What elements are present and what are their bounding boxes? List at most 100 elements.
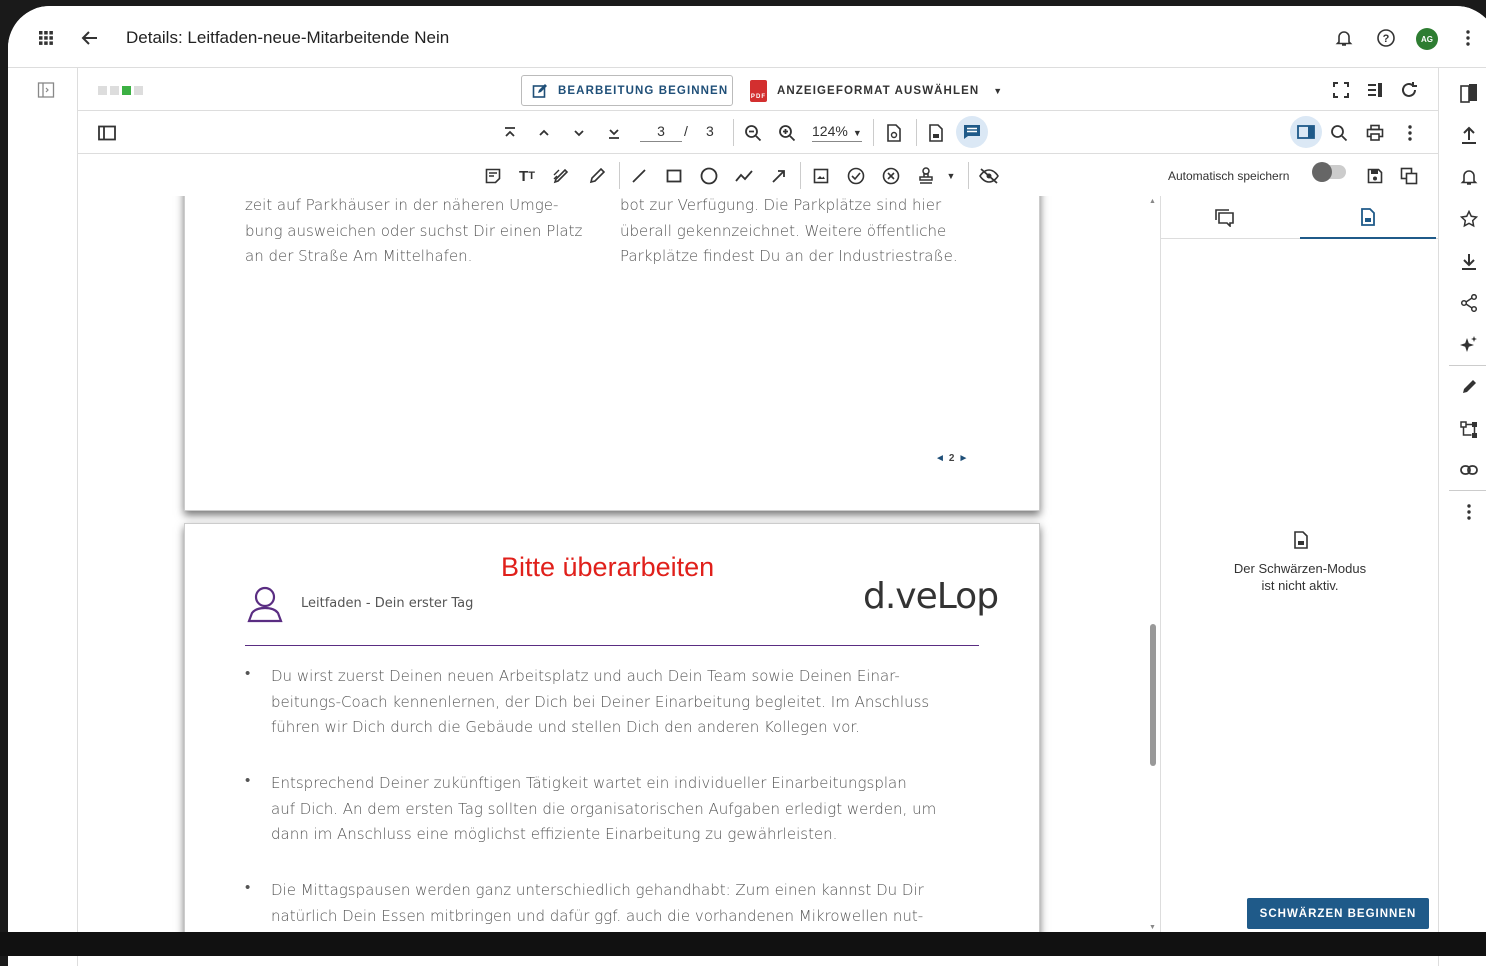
- download-icon[interactable]: [1457, 249, 1481, 273]
- page-settings-icon[interactable]: [883, 122, 905, 144]
- chevron-down-icon[interactable]: ▼: [944, 165, 958, 187]
- pencil-icon[interactable]: [1457, 375, 1481, 399]
- text-line: zeit auf Parkhäuser in der näheren Umge-: [245, 196, 559, 214]
- line-tool-icon[interactable]: [628, 165, 650, 187]
- freehand-highlight-icon[interactable]: [550, 165, 572, 187]
- hide-annotations-icon[interactable]: [978, 165, 1000, 187]
- triangle-left-icon: ◄: [935, 453, 945, 464]
- last-page-icon[interactable]: [604, 122, 624, 144]
- sidebar-toggle-icon[interactable]: [36, 80, 56, 100]
- split-view-icon[interactable]: [1364, 79, 1386, 101]
- sticky-note-icon[interactable]: [482, 165, 504, 187]
- page-header-text: Leitfaden - Dein erster Tag: [301, 596, 474, 611]
- autosave-toggle[interactable]: [1312, 162, 1346, 182]
- apps-grid-icon[interactable]: [34, 26, 58, 50]
- fullscreen-icon[interactable]: [1330, 79, 1352, 101]
- review-stamp[interactable]: Bitte überarbeiten: [501, 552, 714, 583]
- page-separator: /: [684, 123, 688, 139]
- edit-icon: [532, 83, 547, 98]
- document-icon[interactable]: [925, 122, 947, 144]
- thumbnail-panel-icon[interactable]: [96, 122, 118, 144]
- back-arrow-icon[interactable]: [78, 26, 102, 50]
- check-stamp-icon[interactable]: [845, 165, 867, 187]
- next-page-icon[interactable]: [569, 122, 589, 144]
- chevron-down-icon: ▼: [852, 128, 862, 138]
- image-tool-icon[interactable]: [810, 165, 832, 187]
- text-line: führen wir Dich durch die Gebäude und st…: [271, 718, 860, 736]
- document-viewer[interactable]: zeit auf Parkhäuser in der näheren Umge-…: [78, 196, 1148, 936]
- tab-comments[interactable]: [1213, 206, 1237, 230]
- text-tool-icon[interactable]: TT: [516, 165, 538, 187]
- first-page-icon[interactable]: [500, 122, 520, 144]
- display-format-dropdown[interactable]: PDF ANZEIGEFORMAT AUSWÄHLEN ▼: [750, 75, 1003, 106]
- triangle-right-icon: ►: [958, 453, 969, 464]
- start-editing-label: BEARBEITUNG BEGINNEN: [558, 84, 729, 97]
- tab-redaction[interactable]: [1300, 196, 1436, 239]
- bell-icon[interactable]: [1457, 165, 1481, 189]
- start-editing-button[interactable]: BEARBEITUNG BEGINNEN: [521, 75, 733, 106]
- scrollbar-thumb[interactable]: [1150, 624, 1156, 766]
- annotation-toolbar: TT ▼ Automatisch speichern: [78, 154, 1438, 197]
- help-icon[interactable]: ?: [1374, 26, 1398, 50]
- upload-icon[interactable]: [1457, 123, 1481, 147]
- bullet-dot: •: [245, 665, 251, 682]
- page-footer-number: 2: [948, 453, 955, 464]
- scroll-up-arrow-icon[interactable]: ▲: [1149, 198, 1156, 205]
- toolbar-divider: [873, 119, 874, 146]
- page2-column-2: bot zur Verfügung. Die Parkplätze sind h…: [620, 196, 958, 270]
- workflow-icon[interactable]: [1457, 418, 1481, 442]
- display-format-label: ANZEIGEFORMAT AUSWÄHLEN: [777, 84, 980, 97]
- text-line: auf Dich. An dem ersten Tag sollten die …: [271, 799, 937, 818]
- document-page-2: zeit auf Parkhäuser in der näheren Umge-…: [184, 196, 1040, 511]
- left-rail: [8, 68, 78, 966]
- avatar[interactable]: AG: [1416, 28, 1438, 50]
- toolbar-divider: [968, 162, 969, 189]
- rectangle-tool-icon[interactable]: [663, 165, 685, 187]
- zoom-out-icon[interactable]: [742, 122, 764, 144]
- comments-toggle-icon[interactable]: [956, 116, 988, 148]
- page-title: Details: Leitfaden-neue-Mitarbeitende Ne…: [126, 28, 450, 47]
- refresh-icon[interactable]: [1398, 79, 1420, 101]
- save-icon[interactable]: [1364, 165, 1386, 187]
- more-vertical-icon[interactable]: [1458, 26, 1478, 50]
- zoom-select[interactable]: 124% ▼: [812, 123, 862, 142]
- pdf-file-icon: PDF: [750, 79, 767, 102]
- side-panel-toggle-icon[interactable]: [1290, 116, 1322, 148]
- svg-text:?: ?: [1383, 33, 1390, 45]
- page-number-input[interactable]: 3: [640, 123, 682, 142]
- print-icon[interactable]: [1364, 122, 1386, 144]
- chevron-down-icon: ▼: [993, 85, 1004, 96]
- document-switch-icon[interactable]: [1457, 81, 1481, 105]
- start-redaction-button[interactable]: SCHWÄRZEN BEGINNEN: [1247, 898, 1429, 929]
- polyline-tool-icon[interactable]: [733, 165, 755, 187]
- sparkle-ai-icon[interactable]: [1457, 333, 1481, 357]
- redaction-status-message: Der Schwärzen-Modus ist nicht aktiv.: [1161, 560, 1439, 594]
- toolbar-divider: [800, 162, 801, 189]
- previous-page-icon[interactable]: [534, 122, 554, 144]
- pen-icon[interactable]: [586, 165, 608, 187]
- scroll-down-arrow-icon[interactable]: ▼: [1149, 924, 1156, 931]
- comments-icon: [1215, 209, 1234, 227]
- ellipse-tool-icon[interactable]: [698, 165, 720, 187]
- copy-icon[interactable]: [1398, 165, 1420, 187]
- zoom-in-icon[interactable]: [776, 122, 798, 144]
- company-logo: d.veLop: [863, 576, 999, 617]
- bell-icon[interactable]: [1332, 26, 1356, 50]
- star-icon[interactable]: [1457, 207, 1481, 231]
- arrow-tool-icon[interactable]: [768, 165, 790, 187]
- cross-stamp-icon[interactable]: [880, 165, 902, 187]
- more-vertical-icon[interactable]: [1400, 122, 1420, 144]
- search-icon[interactable]: [1328, 122, 1350, 144]
- text-line: überall gekennzeichnet. Weitere öffentli…: [620, 221, 947, 240]
- app-window: Details: Leitfaden-neue-Mitarbeitende Ne…: [8, 6, 1486, 966]
- text-line: natürlich Dein Essen mitbringen und dafü…: [271, 906, 924, 925]
- document-icon: [1290, 529, 1312, 551]
- stamp-icon[interactable]: [915, 165, 937, 187]
- share-icon[interactable]: [1457, 291, 1481, 315]
- link-icon[interactable]: [1457, 458, 1481, 482]
- page2-column-1: zeit auf Parkhäuser in der näheren Umge-…: [245, 196, 582, 270]
- document-scrollbar[interactable]: ▲ ▼: [1146, 196, 1160, 936]
- right-rail: [1438, 68, 1486, 966]
- more-vertical-icon[interactable]: [1459, 500, 1479, 524]
- text-line: Die Mittagspausen werden ganz unterschie…: [271, 881, 924, 899]
